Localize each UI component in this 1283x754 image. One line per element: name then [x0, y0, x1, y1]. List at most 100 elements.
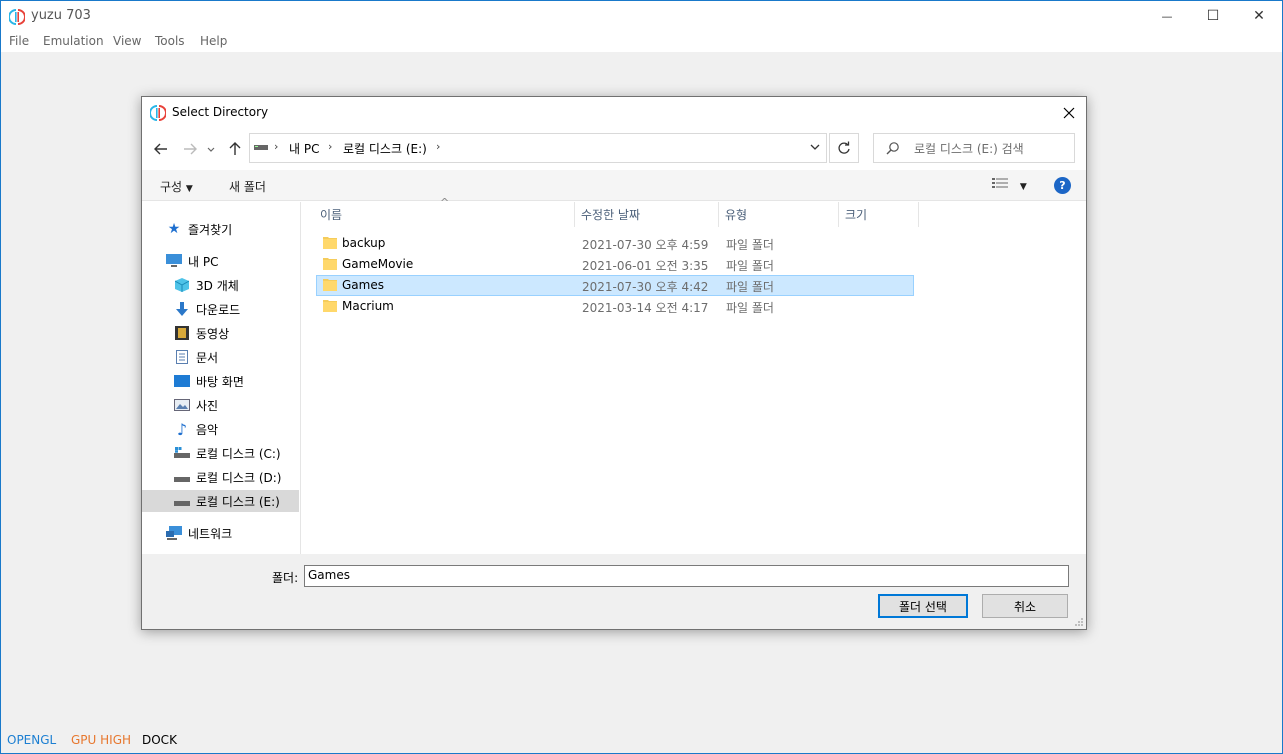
breadcrumb-separator-icon: ›	[274, 140, 279, 153]
file-row[interactable]: backup 2021-07-30 오후 4:59 파일 폴더	[316, 233, 914, 254]
refresh-button[interactable]	[829, 133, 859, 163]
column-header-name[interactable]: ^ 이름	[302, 196, 575, 227]
arrow-up-icon	[229, 142, 241, 155]
chevron-down-icon[interactable]	[808, 140, 822, 154]
select-folder-button[interactable]: 폴더 선택	[878, 594, 968, 618]
status-renderer[interactable]: OPENGL	[7, 733, 56, 747]
file-type: 파일 폴더	[726, 280, 774, 294]
minimize-button[interactable]: —	[1144, 1, 1190, 31]
nav-label: 네트워크	[188, 526, 233, 541]
maximize-icon: ☐	[1206, 8, 1220, 24]
breadcrumb-this-pc[interactable]: 내 PC	[289, 140, 319, 157]
nav-network[interactable]: 네트워크	[166, 522, 323, 544]
file-name: Macrium	[342, 299, 394, 313]
menu-help[interactable]: Help	[200, 34, 227, 48]
nav-this-pc[interactable]: 내 PC	[166, 250, 323, 272]
star-icon: ★	[167, 221, 181, 237]
back-button[interactable]	[151, 139, 171, 159]
file-type: 파일 폴더	[726, 301, 774, 315]
nav-label: 3D 개체	[196, 278, 239, 293]
menu-bar: File Emulation View Tools Help	[1, 31, 1282, 52]
caret-down-icon: ▼	[185, 184, 193, 194]
navigation-pane: ★ 즐겨찾기 내 PC 3D 개체 다운로드 동영상 문서 바탕 화면 사진 ♪…	[142, 202, 301, 554]
drive-icon	[174, 493, 190, 509]
nav-label: 사진	[196, 398, 219, 413]
yuzu-logo-icon	[9, 9, 25, 25]
file-modified: 2021-07-30 오후 4:42	[582, 280, 709, 294]
close-icon	[1063, 107, 1075, 119]
search-input[interactable]: 로컬 디스크 (E:) 검색	[873, 133, 1075, 163]
music-note-icon: ♪	[176, 419, 188, 439]
forward-button[interactable]	[180, 139, 200, 159]
menu-view[interactable]: View	[113, 34, 141, 48]
arrow-right-icon	[184, 143, 197, 155]
nav-label: 로컬 디스크 (C:)	[196, 446, 281, 461]
status-gpu-accuracy[interactable]: GPU HIGH	[71, 733, 131, 747]
close-icon: ✕	[1253, 8, 1265, 24]
organize-button[interactable]: 구성 ▼	[160, 178, 193, 195]
folder-label: 폴더:	[272, 571, 299, 585]
file-row[interactable]: GameMovie 2021-06-01 오전 3:35 파일 폴더	[316, 254, 914, 275]
dialog-title-bar: Select Directory	[142, 97, 1086, 128]
dialog-footer: 폴더: Games 폴더 선택 취소	[142, 554, 1086, 629]
maximize-button[interactable]: ☐	[1190, 1, 1236, 31]
file-name: backup	[342, 236, 386, 250]
menu-file[interactable]: File	[9, 34, 29, 48]
nav-local-disk-e[interactable]: 로컬 디스크 (E:)	[142, 490, 299, 512]
status-bar: OPENGL GPU HIGH DOCK	[1, 731, 1282, 753]
up-button[interactable]	[225, 139, 245, 159]
recent-locations-button[interactable]	[205, 139, 217, 159]
nav-label: 문서	[196, 350, 219, 365]
download-icon	[174, 301, 190, 317]
arrow-left-icon	[154, 143, 167, 155]
file-modified: 2021-07-30 오후 4:59	[582, 238, 709, 252]
nav-label: 다운로드	[196, 302, 241, 317]
menu-tools[interactable]: Tools	[155, 34, 185, 48]
breadcrumb-local-disk-e[interactable]: 로컬 디스크 (E:)	[343, 140, 427, 157]
system-drive-icon	[174, 445, 190, 461]
desktop-icon	[174, 373, 190, 389]
nav-label: 즐겨찾기	[188, 222, 233, 237]
minimize-icon: —	[1161, 9, 1173, 23]
menu-emulation[interactable]: Emulation	[43, 34, 104, 48]
file-type: 파일 폴더	[726, 259, 774, 273]
help-icon[interactable]: ?	[1054, 177, 1071, 194]
nav-label: 로컬 디스크 (D:)	[196, 470, 282, 485]
breadcrumb-separator-icon: ›	[328, 140, 333, 153]
nav-quick-access[interactable]: ★ 즐겨찾기	[166, 218, 323, 240]
resize-grip-icon[interactable]	[1074, 617, 1084, 627]
folder-icon	[323, 258, 337, 270]
view-options-button[interactable]: ▼	[992, 177, 1027, 192]
yuzu-logo-icon	[150, 105, 166, 121]
folder-icon	[323, 237, 337, 249]
status-dock-mode[interactable]: DOCK	[142, 733, 177, 747]
address-bar[interactable]: › 내 PC › 로컬 디스크 (E:) ›	[249, 133, 827, 163]
cube-icon	[174, 277, 190, 293]
file-row[interactable]: Macrium 2021-03-14 오전 4:17 파일 폴더	[316, 296, 914, 317]
chevron-down-icon	[207, 147, 215, 152]
file-row-selected[interactable]: Games 2021-07-30 오후 4:42 파일 폴더	[316, 275, 914, 296]
command-bar: 구성 ▼ 새 폴더 ▼ ?	[142, 170, 1086, 201]
nav-label: 바탕 화면	[196, 374, 244, 389]
column-header-type[interactable]: 유형	[719, 202, 839, 227]
drive-icon	[254, 145, 268, 150]
dialog-close-button[interactable]	[1058, 102, 1080, 124]
select-directory-dialog: Select Directory › 내 PC › 로컬 디스크 (E:) › …	[141, 96, 1087, 630]
nav-label: 로컬 디스크 (E:)	[196, 494, 280, 509]
folder-name-input[interactable]: Games	[304, 565, 1069, 587]
folder-icon	[323, 279, 337, 291]
file-type: 파일 폴더	[726, 238, 774, 252]
computer-icon	[166, 253, 182, 269]
close-button[interactable]: ✕	[1236, 1, 1282, 31]
new-folder-button[interactable]: 새 폴더	[229, 178, 266, 195]
film-icon	[174, 325, 190, 341]
caret-down-icon: ▼	[1019, 182, 1027, 192]
column-name-label: 이름	[320, 208, 343, 222]
column-header-modified[interactable]: 수정한 날짜	[575, 202, 719, 227]
picture-icon	[174, 397, 190, 413]
cancel-button[interactable]: 취소	[982, 594, 1068, 618]
document-icon	[174, 349, 190, 365]
column-header-size[interactable]: 크기	[839, 202, 919, 227]
network-icon	[166, 525, 182, 541]
app-title: yuzu 703	[31, 8, 91, 23]
